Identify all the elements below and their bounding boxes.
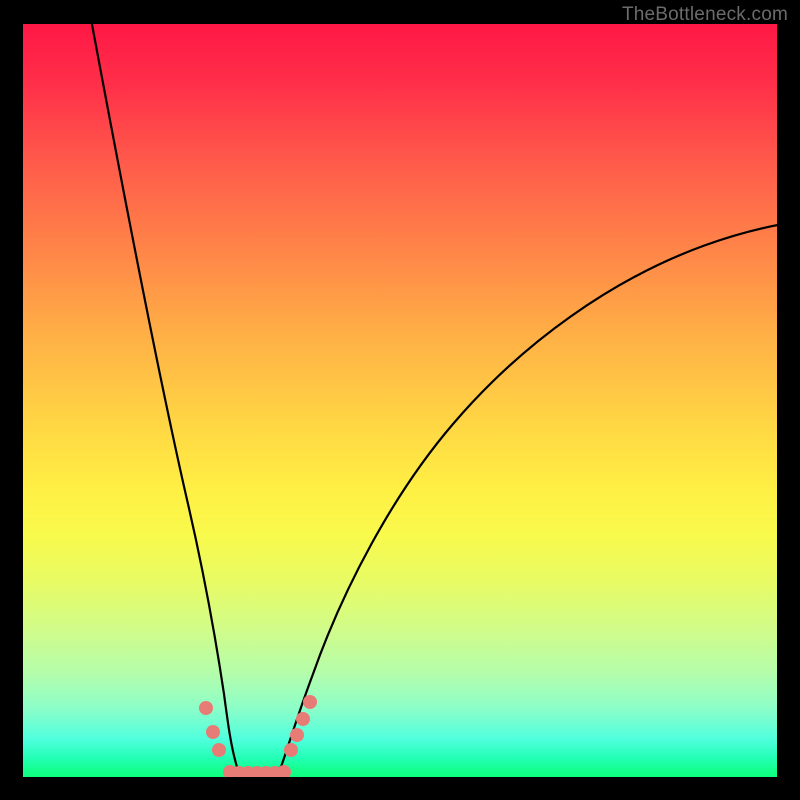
watermark-text: TheBottleneck.com — [622, 4, 788, 26]
data-dot — [290, 728, 304, 742]
data-dot — [206, 725, 220, 739]
chart-frame — [23, 24, 777, 777]
data-dot — [296, 712, 310, 726]
curve-right-branch — [281, 224, 777, 767]
data-dot — [199, 701, 213, 715]
curve-left-branch — [91, 24, 237, 767]
data-dot — [284, 743, 298, 757]
data-dot — [303, 695, 317, 709]
bottleneck-curve — [23, 24, 777, 777]
data-dot — [212, 743, 226, 757]
